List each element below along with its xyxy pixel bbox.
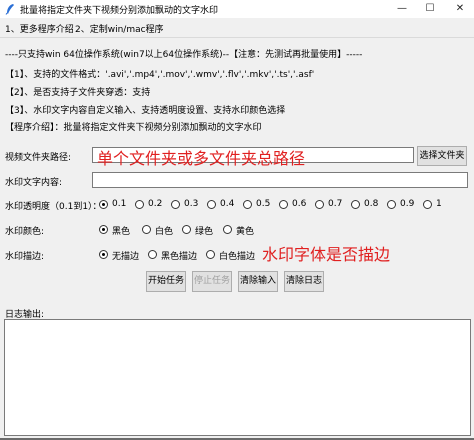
radio-label: 白色描边 <box>219 252 256 262</box>
radio-indicator[interactable] <box>207 200 216 209</box>
radio-label: 黄色 <box>236 227 255 237</box>
maximize-button[interactable]: ☐ <box>416 0 444 18</box>
stroke-hint: 水印字体是否描边 <box>262 245 391 264</box>
radio-indicator[interactable] <box>387 200 396 209</box>
opacity-label: 水印透明度（0.1到1）： <box>5 202 102 212</box>
radio-indicator[interactable] <box>99 225 108 234</box>
radio-label: 白色 <box>155 227 174 237</box>
info-line-subfolder: 【2】、是否支持子文件夹穿透：支持 <box>5 88 151 98</box>
radio-label: 0.3 <box>184 199 199 209</box>
info-line-watermark: 【3】、水印文字内容自定义输入、支持透明度设置、支持水印颜色选择 <box>5 106 286 116</box>
radio-indicator[interactable] <box>182 225 191 234</box>
radio-label: 0.2 <box>148 199 163 209</box>
clear-log-button[interactable]: 清除日志 <box>284 271 324 292</box>
radio-label: 绿色 <box>195 227 214 237</box>
radio-label: 0.7 <box>328 199 343 209</box>
radio-indicator[interactable] <box>148 250 157 259</box>
radio-indicator[interactable] <box>142 225 151 234</box>
minimize-button[interactable]: — <box>388 0 416 18</box>
radio-indicator[interactable] <box>351 200 360 209</box>
radio-label: 0.8 <box>364 199 379 209</box>
choose-folder-button[interactable]: 选择文件夹 <box>417 146 467 166</box>
log-output[interactable] <box>4 319 471 436</box>
radio-label: 1 <box>436 199 442 209</box>
info-line-os: ----只支持win 64位操作系统(win7以上64位操作系统)--【注意：先… <box>5 50 363 60</box>
watermark-text-input[interactable] <box>92 172 468 188</box>
radio-indicator[interactable] <box>135 200 144 209</box>
folder-path-hint: 单个文件夹或多文件夹总路径 <box>97 149 306 168</box>
radio-indicator[interactable] <box>99 250 108 259</box>
radio-indicator[interactable] <box>206 250 215 259</box>
radio-indicator[interactable] <box>99 200 108 209</box>
radio-indicator[interactable] <box>423 200 432 209</box>
radio-indicator[interactable] <box>223 225 232 234</box>
stroke-label: 水印描边: <box>5 252 45 262</box>
clear-input-button[interactable]: 清除输入 <box>238 271 278 292</box>
radio-indicator[interactable] <box>243 200 252 209</box>
watermark-text-label: 水印文字内容: <box>5 178 63 188</box>
radio-indicator[interactable] <box>171 200 180 209</box>
info-panel: ----只支持win 64位操作系统(win7以上64位操作系统)--【注意：先… <box>0 38 474 138</box>
window-title: 批量将指定文件夹下视频分别添加飘动的文字水印 <box>20 6 219 16</box>
radio-label: 0.1 <box>112 199 127 209</box>
info-line-formats: 【1】、支持的文件格式：'.avi','.mp4','.mov','.wmv',… <box>5 70 315 80</box>
radio-label: 0.6 <box>292 199 307 209</box>
radio-label: 0.9 <box>400 199 415 209</box>
folder-path-label: 视频文件夹路径: <box>5 153 72 163</box>
radio-label: 0.5 <box>256 199 271 209</box>
radio-label: 黑色描边 <box>161 252 198 262</box>
radio-label: 0.4 <box>220 199 235 209</box>
feather-icon <box>5 4 14 15</box>
close-button[interactable]: ✕ <box>446 0 474 18</box>
settings-form: 视频文件夹路径: 单个文件夹或多文件夹总路径 选择文件夹 水印文字内容: 水印透… <box>0 138 474 440</box>
info-line-intro: 【程序介绍】：批量将指定文件夹下视频分别添加飘动的文字水印 <box>5 123 262 133</box>
color-label: 水印颜色: <box>5 227 45 237</box>
radio-label: 黑色 <box>112 227 131 237</box>
title-bar: 批量将指定文件夹下视频分别添加飘动的文字水印 — ☐ ✕ <box>0 0 474 18</box>
stop-task-button[interactable]: 停止任务 <box>192 271 232 292</box>
menu-bar: 1、更多程序介绍 2、定制win/mac程序 <box>0 18 474 38</box>
menu-item-custom-program[interactable]: 2、定制win/mac程序 <box>75 22 164 35</box>
radio-indicator[interactable] <box>279 200 288 209</box>
menu-item-program-intro[interactable]: 1、更多程序介绍 <box>5 22 74 35</box>
start-task-button[interactable]: 开始任务 <box>146 271 186 292</box>
radio-label: 无描边 <box>112 252 140 262</box>
radio-indicator[interactable] <box>315 200 324 209</box>
